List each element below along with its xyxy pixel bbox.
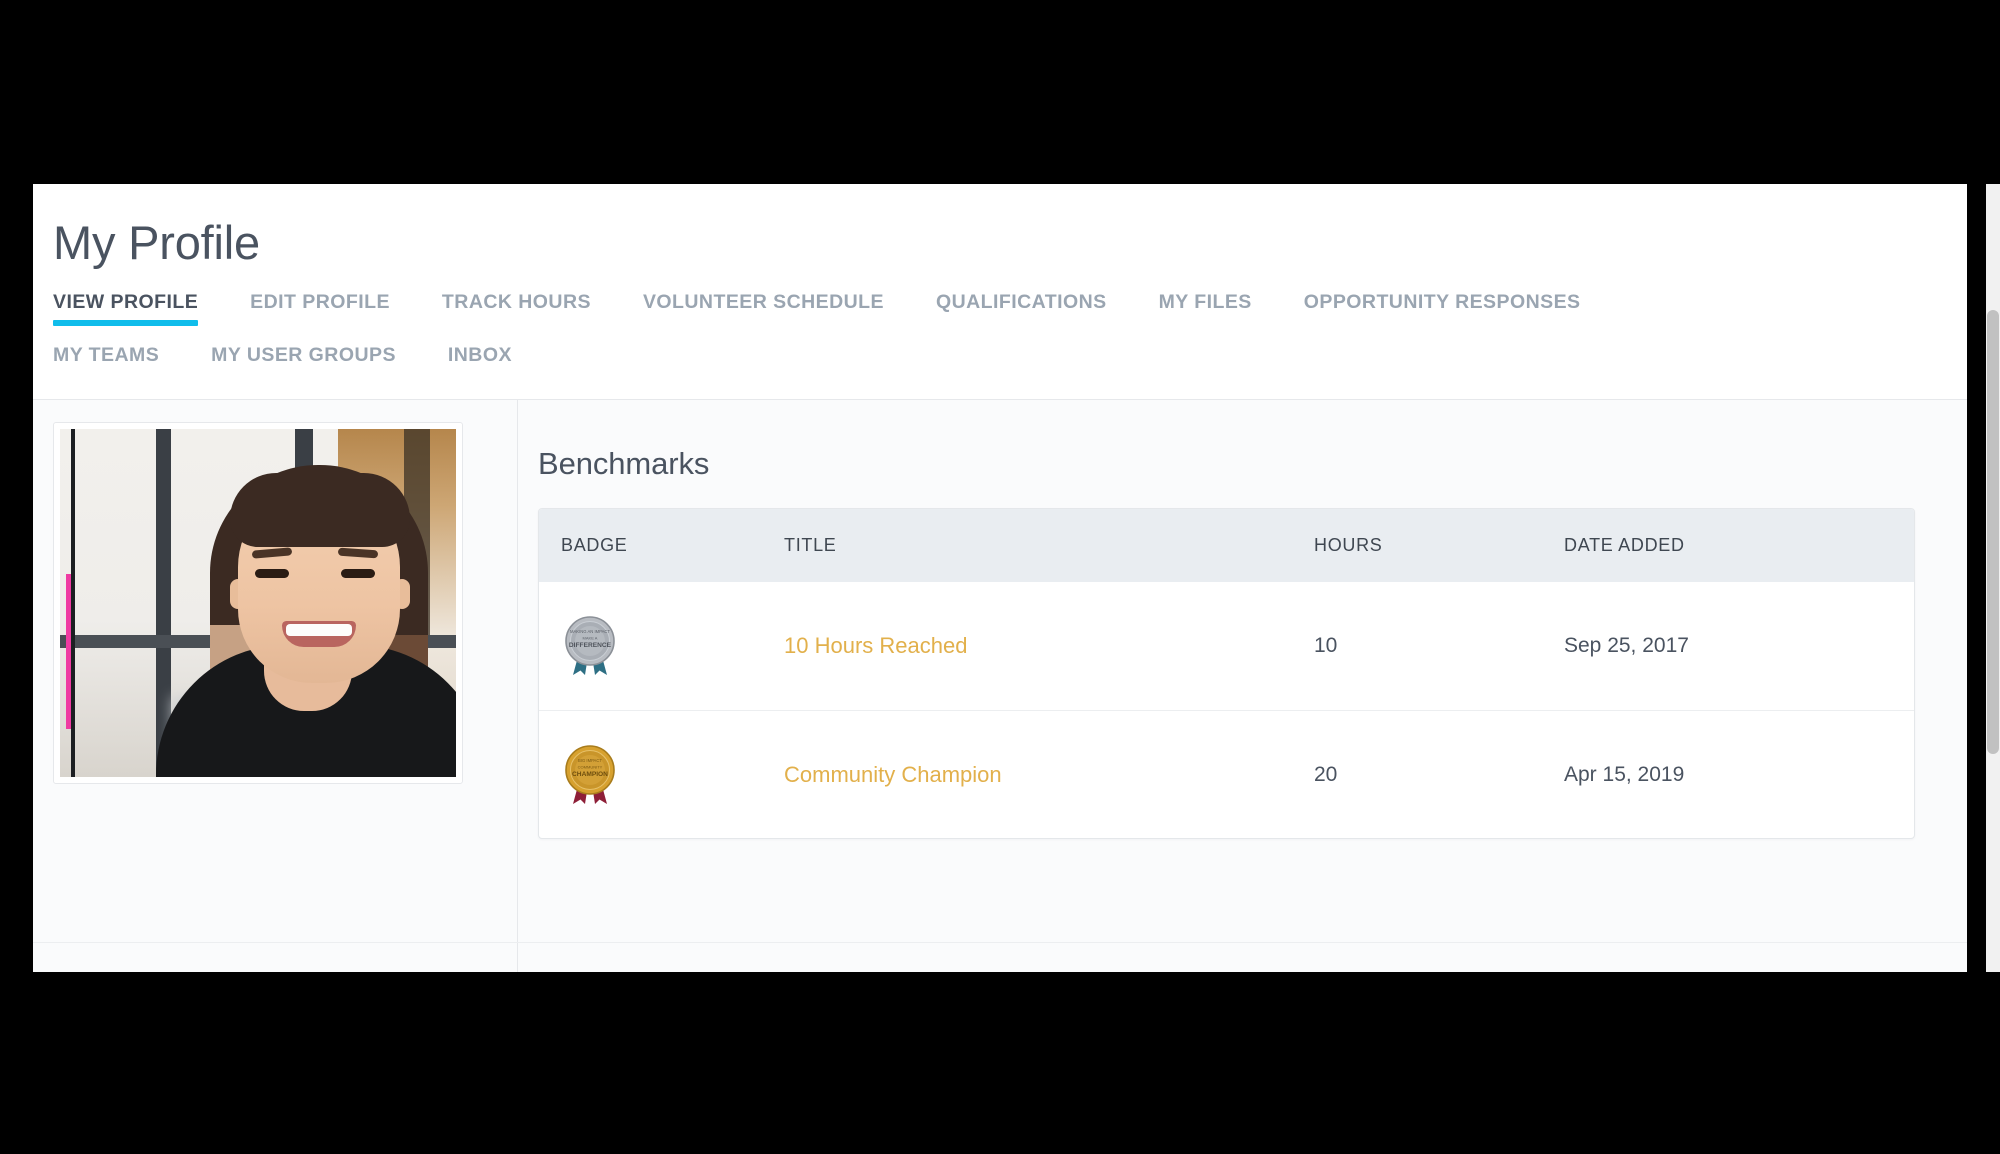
tabs-row-secondary: MY TEAMS MY USER GROUPS INBOX bbox=[53, 344, 1967, 397]
profile-body: Benchmarks BADGE TITLE HOURS DATE ADDED bbox=[33, 400, 1967, 943]
tab-my-files[interactable]: MY FILES bbox=[1159, 291, 1252, 330]
column-header-hours: HOURS bbox=[1314, 509, 1564, 583]
cell-badge: MAKING AN IMPACT MAKE A DIFFERENCE bbox=[539, 582, 784, 710]
benchmarks-table-card: BADGE TITLE HOURS DATE ADDED MAKING AN I… bbox=[538, 508, 1915, 840]
benchmark-hours-value: 10 bbox=[1314, 634, 1338, 658]
silver-rosette-medal-icon: MAKING AN IMPACT MAKE A DIFFERENCE bbox=[561, 615, 784, 677]
gold-rosette-medal-icon: BIG IMPACT COMMUNITY CHAMPION bbox=[561, 744, 784, 806]
benchmarks-heading: Benchmarks bbox=[538, 446, 710, 482]
tab-track-hours[interactable]: TRACK HOURS bbox=[442, 291, 591, 330]
benchmarks-table-body: MAKING AN IMPACT MAKE A DIFFERENCE 10 Ho… bbox=[539, 582, 1914, 839]
svg-text:CHAMPION: CHAMPION bbox=[572, 771, 608, 778]
tab-qualifications[interactable]: QUALIFICATIONS bbox=[936, 291, 1107, 330]
browser-page: My Profile VIEW PROFILE EDIT PROFILE TRA… bbox=[33, 184, 1967, 972]
page-header: My Profile bbox=[33, 184, 1967, 267]
column-header-title: TITLE bbox=[784, 509, 1314, 583]
tab-inbox[interactable]: INBOX bbox=[448, 344, 512, 383]
tabs-row-primary: VIEW PROFILE EDIT PROFILE TRACK HOURS VO… bbox=[53, 291, 1967, 344]
screenshot-root: My Profile VIEW PROFILE EDIT PROFILE TRA… bbox=[0, 0, 2000, 1154]
tab-view-profile[interactable]: VIEW PROFILE bbox=[53, 291, 199, 330]
benchmark-title-link[interactable]: 10 Hours Reached bbox=[784, 633, 967, 658]
table-header-row: BADGE TITLE HOURS DATE ADDED bbox=[539, 509, 1914, 583]
tab-opportunity-responses[interactable]: OPPORTUNITY RESPONSES bbox=[1304, 291, 1581, 330]
table-row: BIG IMPACT COMMUNITY CHAMPION Community … bbox=[539, 709, 1914, 839]
cell-hours: 10 bbox=[1314, 582, 1564, 710]
profile-tabs: VIEW PROFILE EDIT PROFILE TRACK HOURS VO… bbox=[33, 267, 1967, 398]
cell-badge: BIG IMPACT COMMUNITY CHAMPION bbox=[539, 709, 784, 839]
cell-date-added: Sep 25, 2017 bbox=[1564, 582, 1914, 710]
cell-title: 10 Hours Reached bbox=[784, 582, 1314, 710]
svg-text:MAKING AN IMPACT: MAKING AN IMPACT bbox=[570, 629, 610, 634]
svg-text:COMMUNITY: COMMUNITY bbox=[578, 764, 603, 769]
cell-date-added: Apr 15, 2019 bbox=[1564, 709, 1914, 839]
cell-title: Community Champion bbox=[784, 709, 1314, 839]
tab-edit-profile[interactable]: EDIT PROFILE bbox=[250, 291, 390, 330]
page-title: My Profile bbox=[53, 216, 260, 269]
benchmark-title-link[interactable]: Community Champion bbox=[784, 762, 1002, 787]
page-scrollbar-track[interactable] bbox=[1986, 184, 2000, 972]
svg-text:MAKE A: MAKE A bbox=[583, 636, 598, 641]
svg-text:DIFFERENCE: DIFFERENCE bbox=[569, 642, 612, 649]
benchmark-hours-value: 20 bbox=[1314, 762, 1338, 786]
profile-left-column bbox=[33, 400, 518, 943]
table-row: MAKING AN IMPACT MAKE A DIFFERENCE 10 Ho… bbox=[539, 582, 1914, 710]
benchmark-date-value: Sep 25, 2017 bbox=[1564, 634, 1689, 658]
benchmark-date-value: Apr 15, 2019 bbox=[1564, 762, 1685, 786]
content-bottom-strip bbox=[33, 942, 1967, 972]
benchmarks-table-head: BADGE TITLE HOURS DATE ADDED bbox=[539, 509, 1914, 583]
cell-hours: 20 bbox=[1314, 709, 1564, 839]
page-scrollbar-thumb[interactable] bbox=[1987, 310, 1999, 754]
profile-photo bbox=[60, 429, 456, 778]
tab-my-user-groups[interactable]: MY USER GROUPS bbox=[211, 344, 396, 383]
photo-pink-strip bbox=[66, 574, 71, 730]
profile-right-column: Benchmarks BADGE TITLE HOURS DATE ADDED bbox=[518, 400, 1967, 943]
column-header-badge: BADGE bbox=[539, 509, 784, 583]
svg-text:BIG IMPACT: BIG IMPACT bbox=[578, 758, 602, 763]
profile-photo-card bbox=[53, 422, 463, 785]
benchmarks-table: BADGE TITLE HOURS DATE ADDED MAKING AN I… bbox=[539, 509, 1914, 839]
tab-volunteer-schedule[interactable]: VOLUNTEER SCHEDULE bbox=[643, 291, 884, 330]
column-header-date-added: DATE ADDED bbox=[1564, 509, 1914, 583]
tab-my-teams[interactable]: MY TEAMS bbox=[53, 344, 159, 383]
